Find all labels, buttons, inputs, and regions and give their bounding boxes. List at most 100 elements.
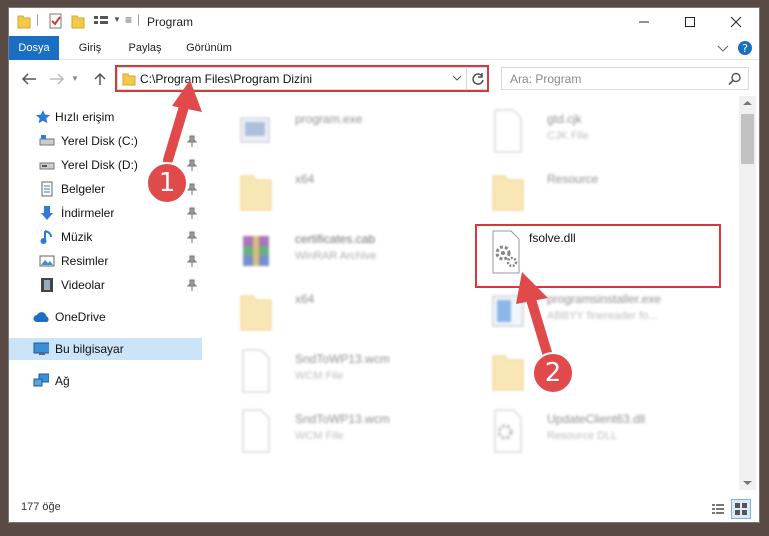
maximize-button[interactable] (667, 8, 713, 36)
ribbon-tabs: Dosya Giriş Paylaş Görünüm ? (9, 36, 759, 60)
minimize-button[interactable] (621, 8, 667, 36)
sidebar-item-onedrive[interactable]: OneDrive (9, 306, 202, 328)
pin-icon[interactable] (187, 279, 197, 291)
download-arrow-icon (41, 206, 53, 220)
pin-icon[interactable] (187, 135, 197, 147)
file-item[interactable]: SndToWP13.wcm WCM File (223, 344, 463, 400)
sidebar-item-label: Yerel Disk (C:) (61, 134, 138, 148)
tab-file[interactable]: Dosya (9, 36, 59, 60)
documents-icon (41, 181, 53, 197)
status-bar: 177 öğe (9, 496, 759, 522)
fsolve-highlight-box (475, 224, 721, 288)
search-icon[interactable] (728, 72, 742, 86)
file-name: Resource (547, 172, 599, 186)
expand-ribbon-icon[interactable] (717, 44, 729, 54)
file-item[interactable]: x64 (475, 344, 715, 400)
vertical-scrollbar[interactable] (739, 96, 756, 490)
computer-icon (33, 342, 49, 355)
file-type: Resource DLL (547, 430, 618, 442)
explorer-window: | ▼ ≡ | Program Dosya Giriş Paylaş Görün… (8, 7, 760, 523)
large-icons-view-icon (735, 503, 747, 515)
back-arrow-icon[interactable] (21, 72, 37, 86)
quick-access-dropdown-icon[interactable]: ≡ (125, 13, 132, 27)
details-view-icon[interactable] (711, 502, 725, 516)
file-item[interactable]: Resource (475, 164, 715, 220)
search-box[interactable]: Ara: Program (501, 67, 749, 90)
file-type: ABBYY finereader fo... (547, 310, 658, 322)
sidebar-item-label: OneDrive (55, 310, 106, 324)
folder-icon (240, 295, 272, 331)
tab-home[interactable]: Giriş (67, 36, 113, 60)
close-button[interactable] (713, 8, 759, 36)
recent-locations-chevron-icon[interactable]: ▼ (71, 74, 79, 88)
file-type: WCM File (295, 430, 344, 442)
winrar-icon (243, 236, 269, 266)
folder-icon (17, 15, 31, 29)
large-icons-view-button[interactable] (731, 499, 751, 519)
search-placeholder: Ara: Program (510, 72, 582, 86)
maximize-icon (685, 17, 695, 27)
forward-arrow-icon[interactable] (49, 72, 65, 86)
cloud-icon (33, 312, 49, 322)
folder-icon (492, 355, 524, 391)
pin-icon[interactable] (187, 231, 197, 243)
title-bar: | ▼ ≡ | Program (9, 8, 759, 36)
tab-share[interactable]: Paylaş (121, 36, 169, 60)
sidebar-item-label: Yerel Disk (D:) (61, 158, 138, 172)
navigation-bar: ▼ C:\Program Files\Program Dizini Ara: P… (9, 60, 759, 96)
file-name: program.exe (295, 112, 363, 126)
file-type: CJK File (547, 130, 589, 142)
network-icon (33, 373, 49, 387)
dll-gear-icon (494, 409, 522, 453)
drive-c-icon (39, 135, 55, 146)
file-name: gtd.cjk (547, 112, 582, 126)
pictures-icon (39, 255, 55, 267)
sidebar-item-videos[interactable]: Videolar (9, 274, 202, 296)
pin-icon[interactable] (187, 159, 197, 171)
file-name: UpdateClient63.dll (547, 412, 646, 426)
file-item[interactable]: programsinstaller.exe ABBYY finereader f… (475, 284, 715, 340)
new-folder-icon[interactable] (71, 13, 85, 29)
step-1-badge: 1 (146, 162, 188, 204)
minimize-icon (639, 21, 649, 23)
sidebar-item-music[interactable]: Müzik (9, 226, 202, 248)
scroll-up-icon[interactable] (743, 100, 752, 106)
sidebar-item-pictures[interactable]: Resimler (9, 250, 202, 272)
file-item[interactable]: gtd.cjk CJK File (475, 104, 715, 160)
file-item[interactable]: x64 (223, 284, 463, 340)
pin-icon[interactable] (187, 207, 197, 219)
scroll-down-icon[interactable] (743, 480, 752, 486)
customize-quick-access-icon[interactable] (93, 13, 111, 29)
sidebar-item-label: Resimler (61, 254, 109, 268)
properties-icon[interactable] (49, 13, 63, 29)
scrollbar-thumb[interactable] (741, 114, 754, 164)
pin-icon[interactable] (187, 183, 197, 195)
file-item[interactable]: program.exe (223, 104, 463, 160)
help-icon[interactable]: ? (737, 40, 753, 56)
sidebar-item-network[interactable]: Ağ (9, 370, 202, 392)
address-highlight-box (115, 65, 489, 92)
file-item[interactable]: x64 (223, 164, 463, 220)
file-item[interactable]: SndToWP13.wcm WCM File (223, 404, 463, 460)
sidebar-item-label: Belgeler (61, 182, 106, 196)
sidebar-item-label: İndirmeler (61, 206, 115, 220)
blank-file-icon (242, 409, 270, 453)
sidebar-item-downloads[interactable]: İndirmeler (9, 202, 202, 224)
separator: | (137, 12, 141, 26)
chevron-down-icon[interactable]: ▼ (113, 15, 121, 24)
close-icon (730, 16, 742, 28)
sidebar-item-local-disk-c[interactable]: Yerel Disk (C:) (9, 130, 202, 152)
tab-view[interactable]: Görünüm (177, 36, 241, 60)
item-count: 177 öğe (21, 501, 61, 513)
folder-icon (240, 175, 272, 211)
file-item[interactable]: UpdateClient63.dll Resource DLL (475, 404, 715, 460)
file-name: x64 (295, 292, 315, 306)
up-arrow-icon[interactable] (93, 72, 107, 86)
step-2-badge: 2 (532, 352, 574, 394)
file-type: WinRAR Archive (295, 250, 377, 262)
blank-file-icon (242, 349, 270, 393)
file-item[interactable]: certificates.cab WinRAR Archive (223, 224, 463, 280)
sidebar-item-quick-access[interactable]: Hızlı erişim (9, 106, 202, 128)
sidebar-item-this-pc[interactable]: Bu bilgisayar (9, 338, 202, 360)
pin-icon[interactable] (187, 255, 197, 267)
